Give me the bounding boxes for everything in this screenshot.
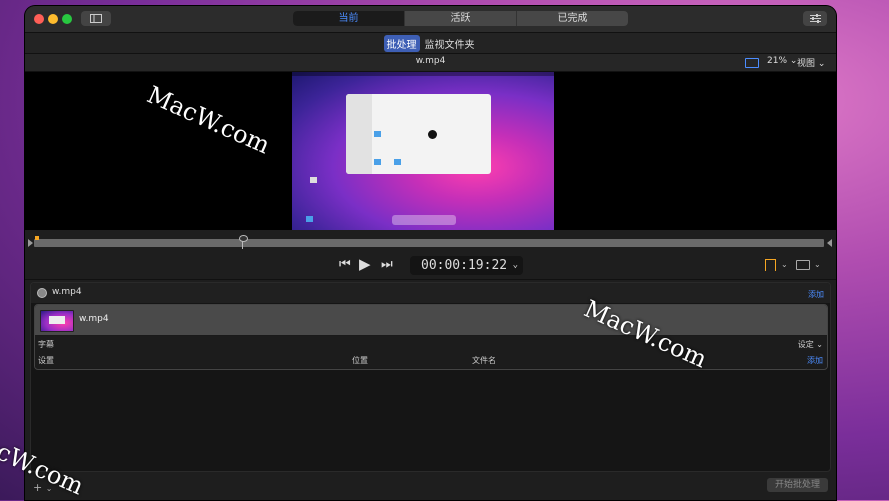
- preview-menubar: [292, 72, 554, 76]
- view-segmented-control: 当前 活跃 已完成: [293, 11, 628, 26]
- batch-header: w.mp4 添加: [31, 283, 830, 303]
- view-menu[interactable]: 视图 ⌄: [797, 56, 825, 69]
- close-window-button[interactable]: [34, 14, 44, 24]
- bookmark-icon[interactable]: [765, 259, 776, 271]
- skip-forward-icon[interactable]: ⏭: [381, 258, 393, 272]
- tab-current[interactable]: 当前: [293, 11, 404, 26]
- chevron-down-icon[interactable]: ⌄: [781, 260, 788, 269]
- zoom-menu[interactable]: 21% ⌄: [767, 56, 797, 66]
- thumbnail-window: [49, 316, 65, 324]
- preview-dock: [392, 215, 456, 225]
- start-batch-button[interactable]: 开始批处理: [767, 478, 828, 492]
- viewer-infobar: w.mp4 21% ⌄ 视图 ⌄: [25, 54, 836, 72]
- play-icon[interactable]: ▶: [359, 257, 371, 272]
- mode-tabs: 批处理 监视文件夹: [25, 33, 836, 54]
- tab-batch[interactable]: 批处理: [383, 34, 420, 52]
- monitor-icon[interactable]: [796, 260, 810, 270]
- preview-folder-icon: [394, 159, 401, 165]
- timecode-display[interactable]: 00:00:19:22 ⌄: [410, 256, 523, 275]
- batch-name: w.mp4: [52, 287, 82, 297]
- settings-menu-label: 设定: [797, 340, 814, 349]
- view-label: 视图: [797, 59, 816, 69]
- column-location: 位置: [352, 356, 368, 365]
- out-point-marker-icon[interactable]: [827, 239, 832, 247]
- frame-overlay-icon[interactable]: [745, 58, 759, 68]
- chevron-down-icon: ⌄: [512, 260, 518, 270]
- skip-back-icon[interactable]: ⏮: [339, 258, 351, 272]
- preview-folder-icon: [374, 159, 381, 165]
- transport-controls: ⏮ ▶ ⏭ 00:00:19:22 ⌄ ⌄ ⌄: [25, 253, 836, 280]
- tab-completed[interactable]: 已完成: [516, 11, 628, 26]
- tab-watch-folder[interactable]: 监视文件夹: [422, 35, 478, 52]
- job-row[interactable]: w.mp4: [35, 305, 827, 335]
- tab-active[interactable]: 活跃: [404, 11, 516, 26]
- chevron-down-icon: ⌄: [817, 59, 826, 69]
- column-filename: 文件名: [472, 356, 496, 365]
- inspector-toggle-button[interactable]: [803, 11, 827, 26]
- timeline-track[interactable]: [34, 239, 824, 247]
- preview-desktop-folder-icon: [306, 216, 313, 222]
- footer-bar: + ⌄ 开始批处理: [25, 474, 836, 500]
- zoom-window-button[interactable]: [62, 14, 72, 24]
- subtitle-label: 字幕: [38, 340, 54, 349]
- settings-menu[interactable]: 设定 ⌄: [798, 339, 823, 350]
- add-output-link[interactable]: 添加: [807, 355, 823, 366]
- titlebar: 当前 活跃 已完成: [25, 6, 836, 33]
- column-settings: 设置: [38, 356, 54, 365]
- viewer-filename: w.mp4: [415, 56, 446, 66]
- compressor-window: 当前 活跃 已完成 批处理 监视文件夹 w.mp4 21% ⌄ 视图 ⌄ ⏮ ▶…: [25, 6, 836, 500]
- preview-finder-window: [346, 94, 491, 174]
- batch-icon: [37, 288, 47, 298]
- chevron-down-icon: ⌄: [816, 340, 823, 349]
- sidebar-toggle-button[interactable]: [81, 11, 111, 26]
- playhead-handle[interactable]: [239, 235, 248, 242]
- preview-desktop-file-icon: [310, 177, 317, 183]
- preview-folder-icon: [374, 131, 381, 137]
- job-name: w.mp4: [79, 314, 109, 324]
- timeline-scrubber[interactable]: [25, 231, 836, 253]
- sidebar-icon: [90, 14, 102, 23]
- in-point-flag: [35, 236, 39, 240]
- preview-finder-sidebar: [346, 94, 372, 174]
- zoom-value: 21%: [767, 56, 788, 66]
- job-thumbnail: [40, 310, 74, 332]
- preview-app-logo-icon: [428, 130, 437, 139]
- sliders-icon: [809, 14, 821, 23]
- video-preview-frame: [292, 72, 554, 230]
- add-job-link[interactable]: 添加: [808, 289, 824, 300]
- chevron-down-icon[interactable]: ⌄: [814, 260, 821, 269]
- minimize-window-button[interactable]: [48, 14, 58, 24]
- batch-list: w.mp4 添加 w.mp4 字幕 设定 ⌄ 设置 位置 文件名 添加: [30, 282, 831, 472]
- job-item[interactable]: w.mp4 字幕 设定 ⌄ 设置 位置 文件名 添加: [34, 304, 828, 370]
- timecode-value: 00:00:19:22: [421, 258, 508, 273]
- in-point-marker-icon[interactable]: [28, 239, 33, 247]
